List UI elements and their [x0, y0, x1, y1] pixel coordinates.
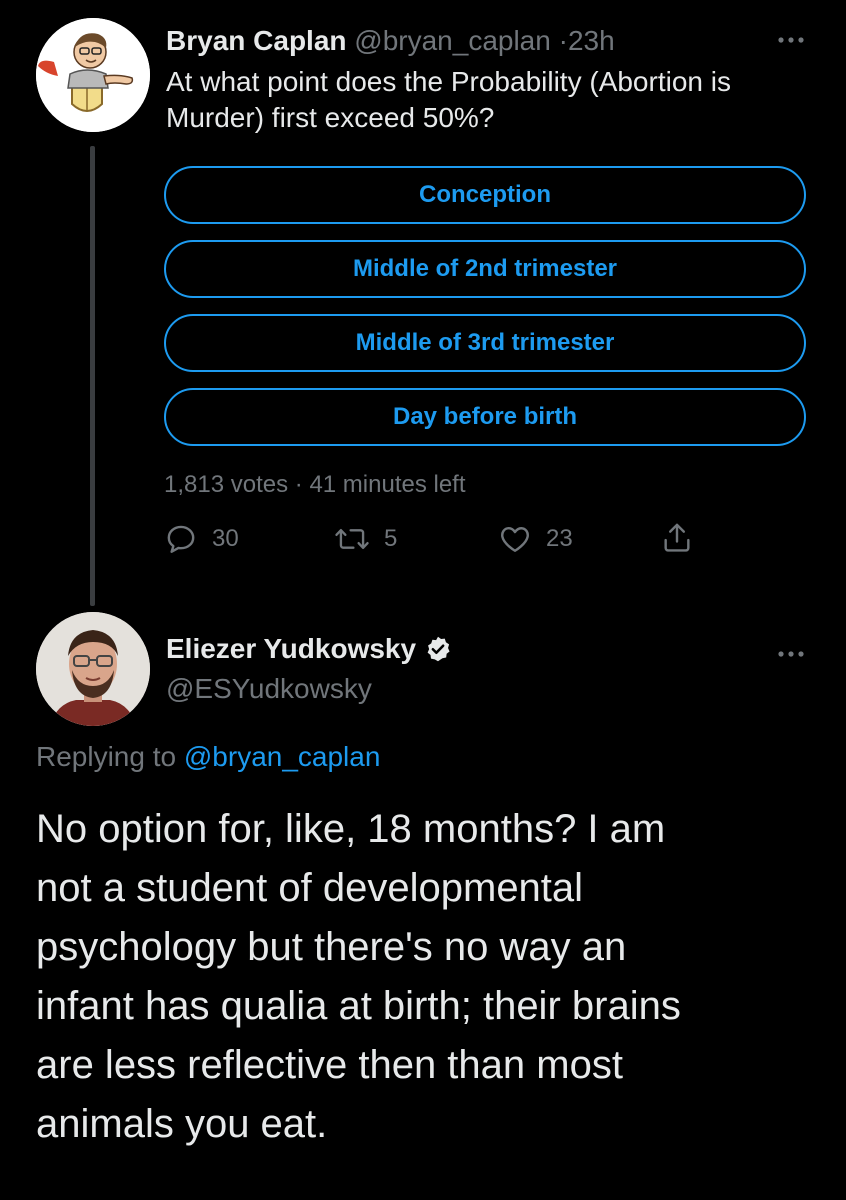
tweet2-header: Eliezer Yudkowsky: [166, 632, 452, 666]
retweet-button[interactable]: 5: [334, 522, 397, 556]
thread-connector-line: [90, 146, 95, 606]
poll-time-left: 41 minutes left: [309, 471, 466, 498]
poll-option-middle-2nd-trimester[interactable]: Middle of 2nd trimester: [164, 240, 806, 298]
poll-option-label: Conception: [419, 181, 551, 208]
tweet2-author-name[interactable]: Eliezer Yudkowsky: [166, 632, 416, 666]
like-icon: [498, 522, 532, 556]
poll-votes: 1,813 votes: [164, 471, 289, 498]
tweet1-separator: ·: [558, 25, 568, 56]
eliezer-yudkowsky-avatar[interactable]: [36, 612, 150, 726]
tweet2-handle[interactable]: @ESYudkowsky: [166, 672, 372, 706]
tweet1-text: At what point does the Probability (Abor…: [166, 66, 731, 133]
bryan-caplan-avatar[interactable]: [36, 18, 150, 132]
poll-option-label: Day before birth: [392, 403, 578, 430]
reply-count: 30: [212, 525, 239, 552]
tweet2-text: No option for, like, 18 months? I am not…: [36, 807, 681, 1146]
tweet1-time[interactable]: 23h: [568, 25, 615, 56]
tweet2-more-icon[interactable]: [776, 640, 806, 660]
reply-icon: [164, 522, 198, 556]
poll-option-conception[interactable]: Conception: [164, 166, 806, 224]
tweet1-author-name[interactable]: Bryan Caplan: [166, 25, 347, 56]
tweet1-handle[interactable]: @bryan_caplan: [354, 25, 551, 56]
like-count: 23: [546, 525, 573, 552]
reply-button[interactable]: 30: [164, 522, 239, 556]
poll-meta: 1,813 votes · 41 minutes left: [164, 470, 466, 500]
tweet1-more-icon[interactable]: [776, 26, 806, 46]
verified-badge-icon: [424, 635, 452, 663]
poll-option-label: Middle of 3rd trimester: [355, 329, 615, 356]
poll-option-label: Middle of 2nd trimester: [352, 255, 618, 282]
poll-meta-separator: ·: [294, 471, 303, 498]
replying-to: Replying to @bryan_caplan: [36, 740, 380, 774]
share-button[interactable]: [660, 520, 694, 556]
replying-prefix: Replying to: [36, 741, 177, 772]
like-button[interactable]: 23: [498, 522, 573, 556]
share-icon: [660, 520, 694, 556]
retweet-icon: [334, 522, 370, 556]
tweet1-header: Bryan Caplan @bryan_caplan ·23h: [166, 24, 615, 58]
poll-option-middle-3rd-trimester[interactable]: Middle of 3rd trimester: [164, 314, 806, 372]
retweet-count: 5: [384, 525, 398, 552]
replying-handle-link[interactable]: @bryan_caplan: [184, 741, 381, 772]
poll-option-day-before-birth[interactable]: Day before birth: [164, 388, 806, 446]
